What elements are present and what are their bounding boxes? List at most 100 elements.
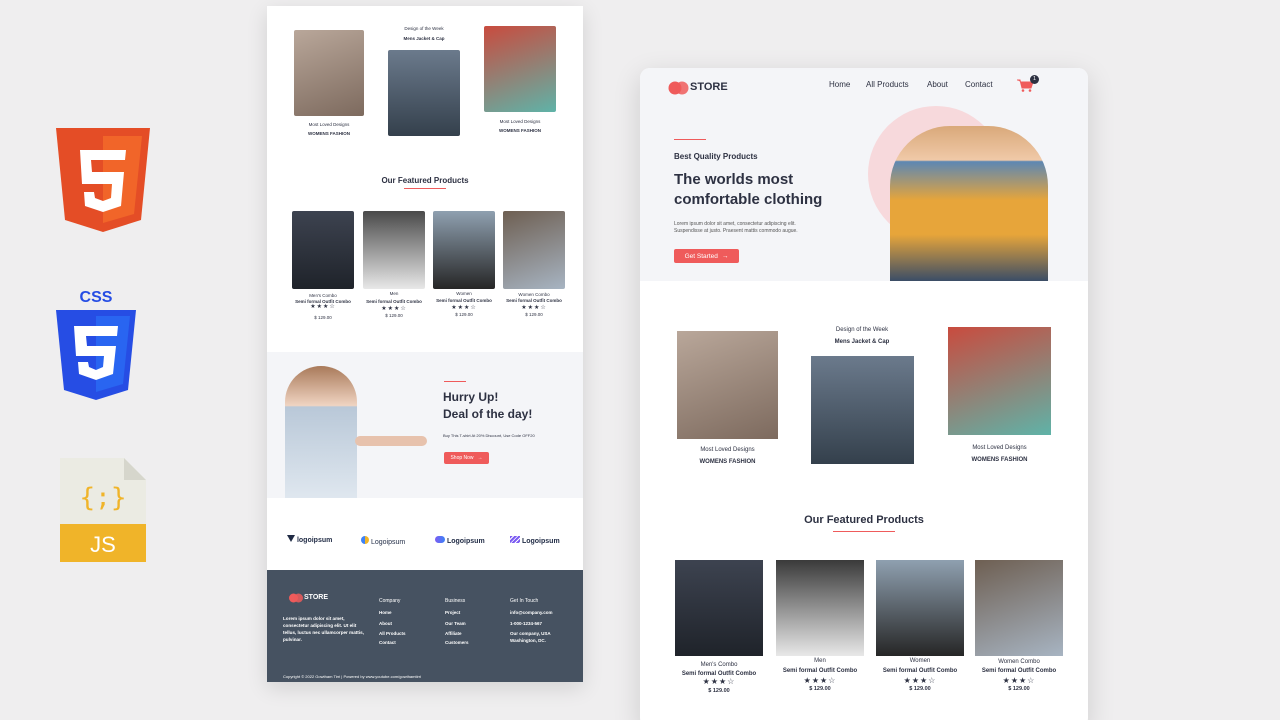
product-price: $ 129.00 (708, 688, 730, 694)
cart-count-badge: 1 (1030, 75, 1039, 84)
footer-link-customers[interactable]: Customers (445, 640, 469, 645)
product-rating: ★★★☆ (702, 677, 736, 686)
product-image-women-combo[interactable] (975, 560, 1063, 656)
product-image-men[interactable] (363, 211, 425, 289)
product-rating: ★★★☆ (1002, 676, 1036, 685)
design-week-caption: Design of the Week (404, 26, 444, 31)
hero-section: STORE Home All Products About Contact 1 … (640, 68, 1088, 281)
footer-address-1: Our company, USA (510, 631, 551, 636)
product-name[interactable]: Semi formal Outfit Combo (358, 299, 430, 304)
product-image-women[interactable] (433, 211, 495, 289)
partner-logo: Logoipsum (361, 536, 405, 546)
featured-title: Our Featured Products (804, 514, 924, 526)
footer-link-contact[interactable]: Contact (379, 640, 396, 645)
product-rating: ★★★☆ (521, 305, 547, 311)
product-image-women[interactable] (876, 560, 964, 656)
footer-link-home[interactable]: Home (379, 610, 392, 615)
footer-phone[interactable]: 1-000-1234-567 (510, 621, 542, 626)
js-label: JS (90, 532, 116, 557)
page-preview-lower: Most Loved Designs WOMENS FASHION Design… (267, 6, 583, 682)
product-category: Women (456, 291, 472, 296)
deal-title-line1: Hurry Up! (443, 390, 499, 404)
get-started-button[interactable]: Get Started → (674, 249, 739, 263)
design-image-women-black[interactable] (294, 30, 364, 116)
partner-logo: Logoipsum (510, 536, 560, 545)
product-rating: ★★★☆ (381, 306, 407, 312)
store-logo-icon (289, 593, 303, 603)
nav-home[interactable]: Home (829, 80, 850, 89)
product-price: $ 129.00 (809, 686, 831, 692)
footer-col-title: Business (445, 598, 466, 604)
footer-link-affiliate[interactable]: Affiliate (445, 631, 462, 636)
product-image-men[interactable] (776, 560, 864, 656)
product-name[interactable]: Semi formal Outfit Combo (498, 298, 570, 303)
footer-link-team[interactable]: Our Team (445, 621, 466, 626)
javascript-file-icon: {;} JS (60, 458, 146, 562)
deal-title-line2: Deal of the day! (443, 407, 533, 421)
logo-circle-icon (361, 536, 369, 544)
design-subtitle: WOMENS FASHION (307, 131, 350, 136)
nav-about[interactable]: About (927, 80, 948, 89)
brand-logo[interactable]: STORE (690, 81, 728, 93)
product-rating: ★★★☆ (310, 304, 336, 310)
partner-logo: logoipsum (287, 535, 332, 544)
design-image-women-black[interactable] (677, 331, 778, 439)
js-braces: {;} (80, 483, 127, 513)
product-name[interactable]: Semi formal Outfit Combo (428, 298, 500, 303)
product-price: $ 129.00 (385, 313, 403, 318)
logo-loops-icon (435, 536, 445, 543)
design-week-subtitle: Mens Jacket & Cap (834, 339, 890, 345)
design-caption: Most Loved Designs (700, 447, 755, 453)
hero-title-line1: The worlds most (674, 171, 794, 188)
product-name[interactable]: Semi formal Outfit Combo (970, 668, 1068, 674)
design-week-caption: Design of the Week (835, 327, 889, 333)
product-name[interactable]: Semi formal Outfit Combo (871, 668, 969, 674)
css3-icon: CSS (56, 289, 136, 400)
nav-all-products[interactable]: All Products (866, 80, 909, 89)
featured-title: Our Featured Products (381, 176, 469, 185)
shop-now-button[interactable]: Shop Now → (444, 452, 489, 464)
design-caption: Most Loved Designs (499, 119, 541, 124)
product-image-mens-combo[interactable] (292, 211, 354, 289)
arrow-right-icon: → (721, 252, 729, 260)
product-category: Men (389, 291, 399, 296)
product-price: $ 129.00 (1008, 686, 1030, 692)
product-category: Men's Combo (309, 293, 337, 298)
product-rating: ★★★☆ (451, 305, 477, 311)
product-image-women-combo[interactable] (503, 211, 565, 289)
footer-link-project[interactable]: Project (445, 610, 460, 615)
product-rating: ★★★☆ (803, 676, 837, 685)
design-image-men-jacket[interactable] (388, 50, 460, 136)
footer-address-2: Washington, DC. (510, 638, 546, 643)
product-category: Men (814, 658, 826, 664)
arrow-right-icon: → (477, 455, 483, 461)
design-subtitle: WOMENS FASHION (699, 459, 756, 465)
design-image-women-red[interactable] (484, 26, 556, 112)
product-category: Women Combo (518, 292, 550, 297)
get-started-label: Get Started (684, 252, 718, 260)
partner-logo: Logoipsum (435, 536, 485, 545)
deal-section: Hurry Up! Deal of the day! Buy This T-sh… (267, 352, 583, 498)
nav-contact[interactable]: Contact (965, 80, 993, 89)
hero-title-line2: comfortable clothing (674, 191, 823, 208)
footer-col-title: Company (379, 598, 401, 604)
footer-about: Lorem ipsum dolor sit amet, consectetur … (283, 616, 364, 642)
product-price: $ 129.00 (909, 686, 931, 692)
deal-description: Buy This T-shirt At 20% Discount, Use Co… (443, 433, 535, 438)
cart-button[interactable]: 1 (1016, 75, 1039, 94)
product-category: Women (909, 658, 931, 664)
product-price: $ 129.00 (525, 312, 543, 317)
product-name[interactable]: Semi formal Outfit Combo (771, 668, 869, 674)
product-image-mens-combo[interactable] (675, 560, 763, 656)
product-category: Men's Combo (700, 662, 738, 668)
design-image-women-red[interactable] (948, 327, 1051, 435)
design-image-men-jacket[interactable] (811, 356, 914, 464)
page-preview-upper: STORE Home All Products About Contact 1 … (640, 68, 1088, 720)
product-category: Women Combo (998, 659, 1040, 665)
footer-brand[interactable]: STORE (304, 594, 328, 601)
design-week-subtitle: Mens Jacket & Cap (403, 36, 445, 41)
footer-email[interactable]: info@company.com (510, 610, 553, 615)
footer-link-about[interactable]: About (379, 621, 392, 626)
store-logo-icon (668, 81, 689, 95)
footer-link-products[interactable]: All Products (379, 631, 406, 636)
